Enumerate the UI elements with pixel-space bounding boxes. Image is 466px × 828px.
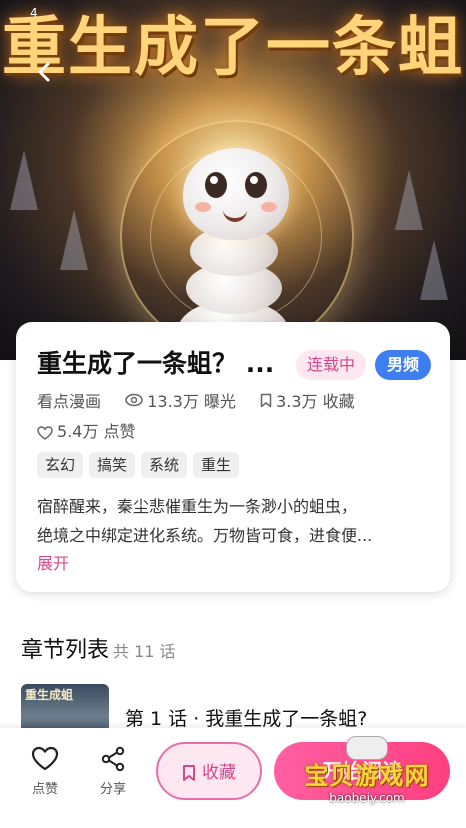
expand-link[interactable]: 展开 [37,550,69,574]
eye-icon [125,393,143,407]
source-label: 看点漫画 [37,392,102,411]
tag-list: 玄幻 搞笑 系统 重生 [37,452,245,478]
crystal-decoration [10,150,38,210]
favorites-count: 3.3万 收藏 [276,392,355,411]
chapter-list-title: 章节列表 [21,638,110,663]
like-button[interactable]: 点赞 [24,746,66,797]
likes-row: 5.4万 点赞 [37,418,136,442]
chapter-item-title[interactable]: 第 1 话 · 我重生成了一条蛆? [125,704,367,731]
share-button[interactable]: 分享 [92,746,134,797]
eye [245,172,267,198]
worm-mascot-head [183,148,289,240]
bookmark-icon [183,765,195,781]
status-bar-time: 4 [30,6,38,20]
category-badge: 男频 [375,350,432,380]
description-line: 宿醉醒来，秦尘悲催重生为一条渺小的蛆虫， [37,497,358,516]
likes-count: 5.4万 点赞 [57,422,136,441]
cheek [195,202,211,212]
tag[interactable]: 玄幻 [37,452,84,478]
crystal-decoration [420,240,448,300]
share-icon [101,746,125,772]
heart-icon [37,425,53,440]
cover-title-art: 重生成了一条蛆 [2,10,464,85]
favorite-label: 收藏 [202,763,236,783]
chapter-list-header: 章节列表共 11 话 [21,632,176,664]
views-count: 13.3万 曝光 [147,392,236,411]
chevron-left-icon [38,62,50,82]
thumbnail-title-art: 重生成蛆 [25,688,74,702]
mouth [223,208,247,222]
favorite-button[interactable]: 收藏 [156,742,262,800]
bottom-action-bar: 点赞 分享 收藏 开始阅读 [0,728,466,828]
book-description: 宿醉醒来，秦尘悲催重生为一条渺小的蛆虫， 绝境之中绑定进化系统。万物皆可食，进食… [37,492,431,550]
tag[interactable]: 系统 [141,452,188,478]
crystal-decoration [60,210,88,270]
meta-row: 看点漫画 13.3万 曝光 3.3万 收藏 [37,388,355,412]
crystal-decoration [395,170,423,230]
bookmark-icon [260,393,272,407]
start-reading-button[interactable]: 开始阅读 [274,742,450,800]
description-line: 绝境之中绑定进化系统。万物皆可食，进食便... [37,526,373,545]
book-title: 重生成了一条蛆？ ... [37,349,275,378]
chapter-count: 共 11 话 [113,642,176,661]
share-label: 分享 [99,782,126,797]
cover-image: 重生成了一条蛆 [0,0,466,360]
status-badge: 连载中 [296,350,367,380]
like-label: 点赞 [31,782,58,797]
back-button[interactable] [30,58,58,86]
tag[interactable]: 搞笑 [89,452,136,478]
cheek [261,202,277,212]
heart-icon [31,746,59,771]
eye [205,172,227,198]
tag[interactable]: 重生 [193,452,240,478]
book-info-card: 重生成了一条蛆？ ... 连载中 男频 看点漫画 13.3万 曝光 3.3万 收… [16,322,450,592]
